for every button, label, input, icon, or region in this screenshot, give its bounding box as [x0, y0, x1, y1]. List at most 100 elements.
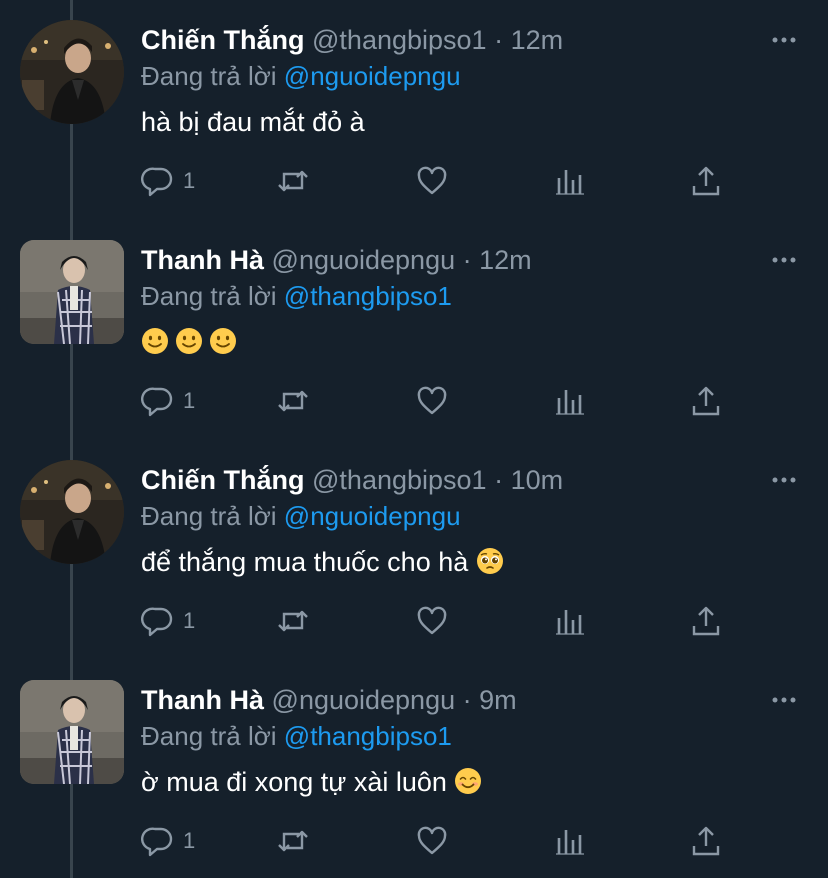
analytics-button[interactable] — [555, 598, 585, 644]
timestamp[interactable]: 10m — [511, 465, 564, 495]
heart-icon — [415, 164, 449, 198]
share-button[interactable] — [691, 598, 721, 644]
tweet-body — [141, 324, 243, 364]
mention-link[interactable]: @nguoidepngu — [284, 61, 461, 91]
separator-dot: · — [462, 685, 472, 715]
analytics-button[interactable] — [555, 378, 585, 424]
reply-count: 1 — [183, 608, 196, 633]
reply-count: 1 — [183, 828, 196, 853]
analytics-icon — [555, 384, 585, 418]
retweet-button[interactable] — [275, 158, 311, 204]
replying-to-label: Đang trả lời — [141, 61, 277, 91]
replying-to: Đang trả lời @nguoidepngu — [141, 498, 461, 534]
tweet[interactable]: Chiến Thắng @thangbipso1 · 10m Đang trả l… — [0, 440, 828, 660]
avatar[interactable] — [20, 680, 124, 784]
timestamp[interactable]: 12m — [479, 245, 532, 275]
timestamp[interactable]: 12m — [511, 25, 564, 55]
mention-link[interactable]: @thangbipso1 — [284, 721, 452, 751]
more-icon[interactable] — [770, 246, 798, 274]
user-handle[interactable]: @nguoidepngu — [272, 245, 456, 275]
share-button[interactable] — [691, 158, 721, 204]
slightly-smiling-face-emoji — [141, 327, 169, 364]
reply-icon — [141, 604, 175, 638]
share-icon — [691, 164, 721, 198]
timestamp[interactable]: 9m — [479, 685, 517, 715]
tweet-header: Thanh Hà @nguoidepngu · 9m — [141, 682, 517, 718]
mention-link[interactable]: @nguoidepngu — [284, 501, 461, 531]
reply-button[interactable]: 1 — [141, 158, 195, 204]
reply-count: 1 — [183, 388, 196, 413]
tweet-header: Chiến Thắng @thangbipso1 · 10m — [141, 462, 563, 498]
slightly-smiling-face-emoji — [175, 327, 203, 364]
reply-icon — [141, 384, 175, 418]
tweet[interactable]: Chiến Thắng @thangbipso1 · 12m Đang trả l… — [0, 0, 828, 220]
reply-button[interactable]: 1 — [141, 378, 195, 424]
like-button[interactable] — [415, 598, 449, 644]
tweet-text: để thắng mua thuốc cho hà — [141, 547, 469, 577]
display-name[interactable]: Thanh Hà — [141, 685, 264, 715]
retweet-button[interactable] — [275, 378, 311, 424]
pleading-face-emoji — [476, 547, 504, 584]
retweet-button[interactable] — [275, 818, 311, 864]
tweet-actions: 1 — [141, 818, 761, 864]
share-icon — [691, 824, 721, 858]
tweet-text: hà bị đau mắt đỏ à — [141, 107, 365, 137]
replying-to: Đang trả lời @nguoidepngu — [141, 58, 461, 94]
more-icon[interactable] — [770, 26, 798, 54]
like-button[interactable] — [415, 378, 449, 424]
retweet-icon — [275, 824, 311, 858]
retweet-icon — [275, 604, 311, 638]
retweet-icon — [275, 384, 311, 418]
like-button[interactable] — [415, 158, 449, 204]
avatar[interactable] — [20, 240, 124, 344]
replying-to: Đang trả lời @thangbipso1 — [141, 718, 452, 754]
analytics-icon — [555, 164, 585, 198]
heart-icon — [415, 604, 449, 638]
reply-button[interactable]: 1 — [141, 598, 195, 644]
tweet-text: ờ mua đi xong tự xài luôn — [141, 767, 447, 797]
analytics-icon — [555, 604, 585, 638]
avatar[interactable] — [20, 20, 124, 124]
analytics-button[interactable] — [555, 818, 585, 864]
share-icon — [691, 604, 721, 638]
heart-icon — [415, 384, 449, 418]
tweet-body: ờ mua đi xong tự xài luôn — [141, 764, 488, 804]
replying-to-label: Đang trả lời — [141, 721, 277, 751]
slightly-smiling-face-emoji — [209, 327, 237, 364]
replying-to: Đang trả lời @thangbipso1 — [141, 278, 452, 314]
reply-icon — [141, 164, 175, 198]
mention-link[interactable]: @thangbipso1 — [284, 281, 452, 311]
tweet-body: để thắng mua thuốc cho hà — [141, 544, 510, 584]
more-icon[interactable] — [770, 466, 798, 494]
user-handle[interactable]: @thangbipso1 — [312, 465, 487, 495]
heart-icon — [415, 824, 449, 858]
analytics-icon — [555, 824, 585, 858]
reply-icon — [141, 824, 175, 858]
tweet-actions: 1 — [141, 598, 761, 644]
reply-button[interactable]: 1 — [141, 818, 195, 864]
replying-to-label: Đang trả lời — [141, 501, 277, 531]
like-button[interactable] — [415, 818, 449, 864]
display-name[interactable]: Chiến Thắng — [141, 465, 305, 495]
smiling-face-with-smiling-eyes-emoji — [454, 767, 482, 804]
display-name[interactable]: Thanh Hà — [141, 245, 264, 275]
tweet-header: Thanh Hà @nguoidepngu · 12m — [141, 242, 532, 278]
retweet-button[interactable] — [275, 598, 311, 644]
tweet-actions: 1 — [141, 158, 761, 204]
share-button[interactable] — [691, 378, 721, 424]
tweet-actions: 1 — [141, 378, 761, 424]
share-icon — [691, 384, 721, 418]
avatar[interactable] — [20, 460, 124, 564]
reply-count: 1 — [183, 168, 196, 193]
tweet[interactable]: Thanh Hà @nguoidepngu · 9m Đang trả lời @… — [0, 660, 828, 878]
analytics-button[interactable] — [555, 158, 585, 204]
more-icon[interactable] — [770, 686, 798, 714]
share-button[interactable] — [691, 818, 721, 864]
tweet[interactable]: Thanh Hà @nguoidepngu · 12m Đang trả lời … — [0, 220, 828, 440]
separator-dot: · — [494, 465, 504, 495]
user-handle[interactable]: @thangbipso1 — [312, 25, 487, 55]
reply-thread: Chiến Thắng @thangbipso1 · 12m Đang trả l… — [0, 0, 828, 878]
display-name[interactable]: Chiến Thắng — [141, 25, 305, 55]
replying-to-label: Đang trả lời — [141, 281, 277, 311]
user-handle[interactable]: @nguoidepngu — [272, 685, 456, 715]
